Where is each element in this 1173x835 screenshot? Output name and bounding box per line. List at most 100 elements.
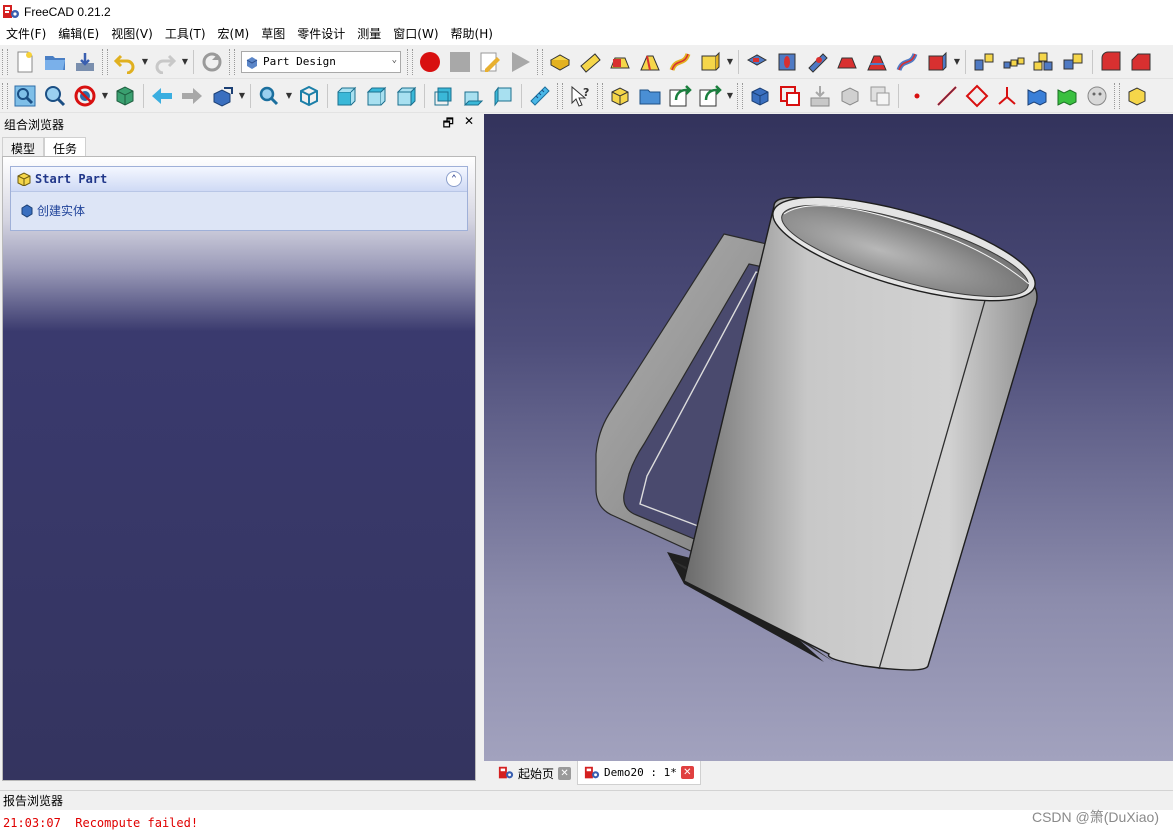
toolbar-handle[interactable] [2, 82, 8, 109]
create-group-icon[interactable] [636, 82, 664, 110]
chevron-down-icon[interactable]: ▼ [725, 48, 735, 76]
tab-start-page[interactable]: 起始页 ✕ [492, 761, 577, 785]
multi-transform-icon[interactable] [1060, 48, 1088, 76]
link-actions-icon[interactable] [696, 82, 724, 110]
create-sketch-icon[interactable] [776, 82, 804, 110]
partial-toolbar-icon[interactable] [1123, 82, 1151, 110]
zoom-icon[interactable] [255, 82, 283, 110]
stop-macro-icon[interactable] [446, 48, 474, 76]
subtractive-primitive-icon[interactable] [923, 48, 951, 76]
clone-face-icon[interactable] [1083, 82, 1111, 110]
subtractive-pipe-icon[interactable] [863, 48, 891, 76]
chevron-down-icon[interactable]: ▼ [284, 82, 294, 110]
linear-pattern-icon[interactable] [1000, 48, 1028, 76]
fillet-icon[interactable] [1097, 48, 1125, 76]
close-icon[interactable]: ✕ [558, 766, 572, 780]
datum-plane-icon[interactable] [963, 82, 991, 110]
back-arrow-icon[interactable] [148, 82, 176, 110]
additive-loft-icon[interactable] [606, 48, 634, 76]
datum-line-icon[interactable] [933, 82, 961, 110]
clone-icon[interactable] [866, 82, 894, 110]
undo-icon[interactable] [111, 48, 139, 76]
additive-pipe-icon[interactable] [636, 48, 664, 76]
groove-icon[interactable] [803, 48, 831, 76]
new-document-icon[interactable] [11, 48, 39, 76]
shape-binder-icon[interactable] [836, 82, 864, 110]
task-box-header[interactable]: Start Part ⌃ [11, 167, 467, 192]
menu-tools[interactable]: 工具(T) [159, 24, 212, 45]
toolbar-handle[interactable] [737, 82, 743, 109]
save-icon[interactable] [71, 48, 99, 76]
menu-part-design[interactable]: 零件设计 [291, 24, 351, 45]
left-view-icon[interactable] [489, 82, 517, 110]
float-panel-icon[interactable]: 🗗 [443, 114, 454, 135]
menu-view[interactable]: 视图(V) [105, 24, 159, 45]
additive-helix-icon[interactable] [666, 48, 694, 76]
menu-measure[interactable]: 测量 [351, 24, 387, 45]
close-icon[interactable]: ✕ [680, 766, 694, 779]
pad-icon[interactable] [546, 48, 574, 76]
rear-view-icon[interactable] [429, 82, 457, 110]
open-folder-icon[interactable] [41, 48, 69, 76]
front-view-icon[interactable] [332, 82, 360, 110]
toolbar-handle[interactable] [229, 48, 235, 75]
forward-arrow-icon[interactable] [178, 82, 206, 110]
sub-shape-binder-icon[interactable] [1053, 82, 1081, 110]
run-macro-icon[interactable] [506, 48, 534, 76]
menu-file[interactable]: 文件(F) [0, 24, 52, 45]
edit-macro-icon[interactable] [476, 48, 504, 76]
fit-selection-icon[interactable] [41, 82, 69, 110]
create-body-icon[interactable] [746, 82, 774, 110]
record-macro-icon[interactable] [416, 48, 444, 76]
subtractive-helix-icon[interactable] [893, 48, 921, 76]
toolbar-handle[interactable] [2, 48, 8, 75]
redo-icon[interactable] [151, 48, 179, 76]
3d-viewport[interactable] [484, 114, 1173, 761]
menu-macro[interactable]: 宏(M) [212, 24, 256, 45]
right-view-icon[interactable] [392, 82, 420, 110]
refresh-icon[interactable] [198, 48, 226, 76]
toolbar-handle[interactable] [597, 82, 603, 109]
local-coordinate-system-icon[interactable] [993, 82, 1021, 110]
toolbar-handle[interactable] [557, 82, 563, 109]
tab-tasks[interactable]: 任务 [44, 137, 87, 156]
subtractive-loft-icon[interactable] [833, 48, 861, 76]
revolution-icon[interactable] [576, 48, 604, 76]
close-icon[interactable]: ✕ [464, 114, 474, 135]
validate-sketch-icon[interactable] [806, 82, 834, 110]
chevron-down-icon[interactable]: ▼ [180, 48, 190, 76]
tab-model[interactable]: 模型 [2, 137, 45, 156]
toolbar-handle[interactable] [537, 48, 543, 75]
shape-binder-blue-icon[interactable] [1023, 82, 1051, 110]
pocket-icon[interactable] [743, 48, 771, 76]
chamfer-icon[interactable] [1127, 48, 1155, 76]
workbench-selector[interactable]: Part Design ⌄ [241, 50, 401, 73]
create-link-icon[interactable] [666, 82, 694, 110]
polar-pattern-icon[interactable] [1030, 48, 1058, 76]
create-body-action[interactable]: 创建实体 [11, 192, 467, 219]
toolbar-handle[interactable] [1114, 82, 1120, 109]
hole-icon[interactable] [773, 48, 801, 76]
menu-sketch[interactable]: 草图 [255, 24, 291, 45]
whats-this-icon[interactable]: ? [566, 82, 594, 110]
collapse-icon[interactable]: ⌃ [446, 171, 462, 187]
create-part-icon[interactable] [606, 82, 634, 110]
chevron-down-icon[interactable]: ▼ [100, 82, 110, 110]
bottom-view-icon[interactable] [459, 82, 487, 110]
sync-view-icon[interactable] [208, 82, 236, 110]
isometric-view-icon[interactable] [295, 82, 323, 110]
mug-model[interactable] [484, 114, 1173, 761]
toolbar-handle[interactable] [102, 48, 108, 75]
top-view-icon[interactable] [362, 82, 390, 110]
chevron-down-icon[interactable]: ▼ [140, 48, 150, 76]
chevron-down-icon[interactable]: ▼ [725, 82, 735, 110]
fit-all-icon[interactable] [11, 82, 39, 110]
menu-help[interactable]: 帮助(H) [445, 24, 499, 45]
chevron-down-icon[interactable]: ▼ [952, 48, 962, 76]
measure-distance-icon[interactable] [526, 82, 554, 110]
additive-primitive-icon[interactable] [696, 48, 724, 76]
bounding-box-icon[interactable] [111, 82, 139, 110]
datum-point-icon[interactable] [903, 82, 931, 110]
chevron-down-icon[interactable]: ▼ [237, 82, 247, 110]
toolbar-handle[interactable] [407, 48, 413, 75]
